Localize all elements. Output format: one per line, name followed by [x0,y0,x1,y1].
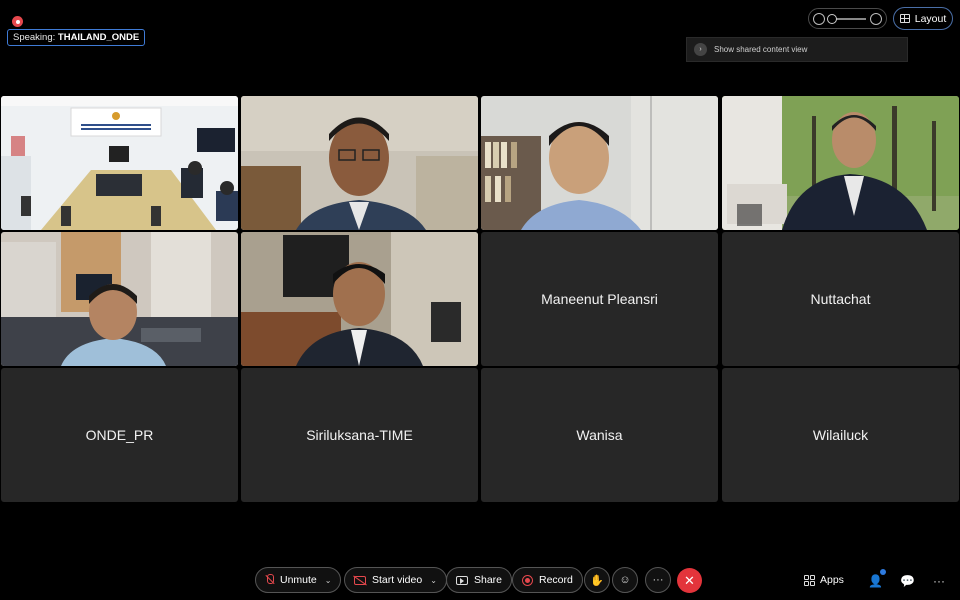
video-feed [722,96,959,230]
grid-icon [899,14,910,23]
share-icon [456,575,468,585]
video-tile-participant-office[interactable] [481,96,718,230]
layout-label: Layout [914,12,947,25]
hand-icon: ✋ [590,574,604,587]
more-horizontal-icon[interactable]: ··· [933,574,945,588]
record-button[interactable]: Record [512,567,583,593]
recording-indicator-icon [12,16,23,27]
speaking-name: THAILAND_ONDE [57,32,140,43]
chevron-right-icon: › [694,43,707,56]
apps-icon [804,574,815,586]
participant-name: Siriluksana-TIME [306,427,413,443]
participant-name: ONDE_PR [85,427,154,443]
record-label: Record [539,574,573,586]
participant-tile[interactable]: Wilailuck [722,368,959,502]
participant-name: Nuttachat [810,291,871,307]
close-icon: ✕ [684,572,695,588]
video-feed [1,96,238,230]
participant-tile[interactable]: Maneenut Pleansri [481,232,718,366]
zoom-knob[interactable] [827,13,837,24]
chevron-down-icon[interactable]: ⌄ [325,576,332,585]
unmute-label: Unmute [280,574,317,586]
record-icon [522,574,533,586]
video-off-icon [354,575,366,585]
zoom-slider[interactable] [808,8,887,29]
video-feed [241,96,478,230]
speaking-indicator: Speaking: THAILAND_ONDE [7,29,146,46]
zoom-out-icon[interactable] [813,12,825,25]
chevron-down-icon[interactable]: ⌄ [430,576,437,585]
shared-tip-label: Show shared content view [714,45,808,54]
video-tile-participant-tv[interactable] [241,232,478,366]
share-label: Share [474,574,503,586]
zoom-in-icon[interactable] [870,12,882,25]
video-tile-participant-forest[interactable] [722,96,959,230]
notification-dot [880,569,886,575]
speaking-label: Speaking: [13,32,56,43]
reactions-button[interactable]: ☺ [612,567,638,593]
participant-name: Wanisa [576,427,623,443]
apps-label: Apps [820,574,844,586]
chat-icon[interactable]: 💬 [900,574,915,588]
meeting-controls-bar: Unmute ⌄ Start video ⌄ Share Record ✋ ☺ … [0,567,960,595]
participant-name: Maneenut Pleansri [541,291,658,307]
video-feed [481,96,718,230]
participants-icon[interactable]: 👤 [868,574,883,588]
share-button[interactable]: Share [446,567,513,593]
more-icon: ··· [652,574,664,586]
start-video-label: Start video [372,574,423,586]
video-tile-participant-lounge[interactable] [1,232,238,366]
video-tile-participant-glasses[interactable] [241,96,478,230]
raise-hand-button[interactable]: ✋ [584,567,610,593]
apps-button[interactable]: Apps [804,574,844,586]
shared-content-tooltip[interactable]: › Show shared content view [686,37,908,62]
participant-tile[interactable]: ONDE_PR [1,368,238,502]
participant-tile[interactable]: Siriluksana-TIME [241,368,478,502]
video-feed [1,232,238,366]
start-video-button[interactable]: Start video ⌄ [344,567,447,593]
participant-name: Wilailuck [812,427,869,443]
smiley-icon: ☺ [619,574,631,586]
layout-button[interactable]: Layout [893,7,953,30]
video-tile-conference-room[interactable] [1,96,238,230]
unmute-button[interactable]: Unmute ⌄ [255,567,342,593]
participant-tile[interactable]: Wanisa [481,368,718,502]
zoom-track[interactable] [827,13,866,24]
participant-tile[interactable]: Nuttachat [722,232,959,366]
more-options-button[interactable]: ··· [645,567,671,593]
leave-meeting-button[interactable]: ✕ [677,568,702,593]
muted-mic-icon [265,574,274,586]
video-feed [241,232,478,366]
